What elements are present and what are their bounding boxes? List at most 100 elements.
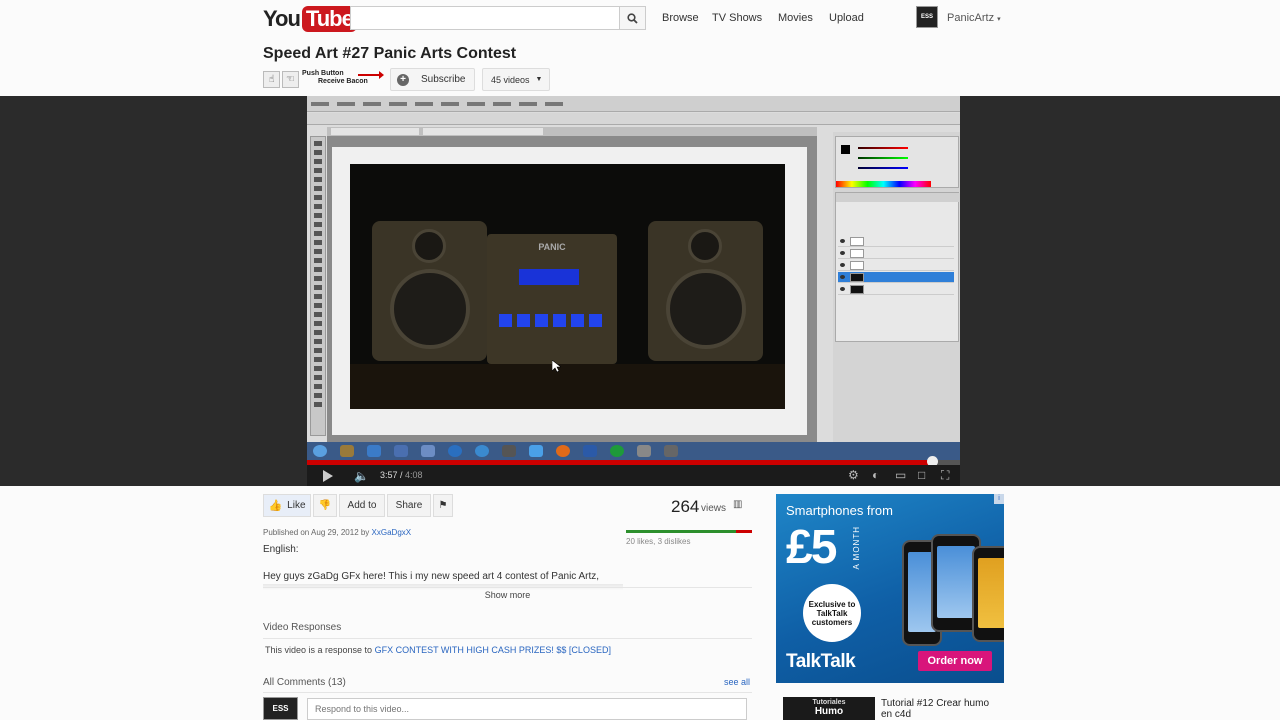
arrow-right-icon <box>358 71 384 79</box>
frame-toolbox <box>310 136 326 436</box>
duration: 4:08 <box>405 470 423 480</box>
promo-line-2: Receive Bacon <box>318 78 368 85</box>
user-menu[interactable]: PanicArtz ▾ <box>947 12 1001 24</box>
artwork-button <box>535 314 548 327</box>
youtube-logo[interactable]: You Tube <box>263 5 357 32</box>
fullscreen-icon[interactable]: ⛶ <box>941 469 949 481</box>
player-controls: 🔈 3:57 / 4:08 ⚙ ◐ ▭ □ ⛶ <box>307 465 960 486</box>
large-player-icon[interactable]: □ <box>918 469 925 481</box>
flag-button[interactable]: ⚑ <box>433 494 453 517</box>
logo-tube-text: Tube <box>301 5 357 32</box>
video-frame: PANIC <box>307 96 960 442</box>
ad-period: A MONTH <box>852 526 861 570</box>
user-avatar-text: ESS <box>920 14 933 20</box>
chevron-down-icon: ▾ <box>997 16 1001 23</box>
speaker-left <box>372 221 487 361</box>
video-title: Speed Art #27 Panic Arts Contest <box>263 45 517 62</box>
ad-headline: Smartphones from <box>786 503 893 518</box>
plus-icon: + <box>397 73 409 86</box>
like-label: Like <box>287 500 306 511</box>
comment-avatar-text: ESS <box>272 704 289 713</box>
user-avatar[interactable]: ESS <box>916 6 938 28</box>
share-button[interactable]: Share <box>387 494 431 517</box>
nav-upload[interactable]: Upload <box>829 12 864 24</box>
layer-row <box>838 260 954 271</box>
likes-text: 20 likes, 3 dislikes <box>626 537 691 546</box>
response-link[interactable]: GFX CONTEST WITH HIGH CASH PRIZES! $$ [C… <box>375 645 611 655</box>
responses-heading: Video Responses <box>263 622 342 633</box>
layer-row <box>838 272 954 283</box>
divider <box>263 638 752 639</box>
related-thumb-big: Humo <box>814 706 844 717</box>
artwork-floor <box>350 364 785 409</box>
videos-dropdown-button[interactable]: 45 videos ▼ <box>482 68 550 91</box>
artwork-button <box>517 314 530 327</box>
ad-badge-circle: Exclusive to TalkTalk customers <box>803 584 861 642</box>
current-time: 3:57 <box>380 470 398 480</box>
stats-icon[interactable]: ▥ <box>733 499 742 510</box>
username: PanicArtz <box>947 12 995 24</box>
show-more-button[interactable]: Show more <box>263 587 752 600</box>
thumbs-down-icon: 👎 <box>318 500 332 511</box>
artwork-button <box>589 314 602 327</box>
advertisement[interactable]: i Smartphones from £5 A MONTH Exclusive … <box>776 494 1004 683</box>
layer-row <box>838 284 954 295</box>
annotations-icon[interactable]: ◐ <box>872 469 879 481</box>
author-link[interactable]: XxGaDgxX <box>372 528 412 537</box>
thumbs-up-icon: 👍 <box>268 500 283 512</box>
artwork-button <box>499 314 512 327</box>
add-to-button[interactable]: Add to <box>339 494 385 517</box>
published-prefix: Published on Aug 29, 2012 by <box>263 528 370 537</box>
subscribe-label: Subscribe <box>421 74 466 85</box>
comment-input[interactable] <box>307 698 747 720</box>
artwork-display <box>519 269 579 285</box>
nav-movies[interactable]: Movies <box>778 12 813 24</box>
ad-order-button[interactable]: Order now <box>918 651 992 671</box>
ad-info-icon[interactable]: i <box>994 494 1004 504</box>
video-player[interactable]: PANIC 🔈 3:57 / 4:08 ⚙ ◐ ▭ □ ⛶ <box>307 96 960 486</box>
speaker-right <box>648 221 763 361</box>
ad-circle-text: Exclusive to TalkTalk customers <box>808 599 856 627</box>
ad-brand: TalkTalk <box>786 651 856 672</box>
frame-color-panel <box>835 136 959 188</box>
caret-down-icon: ▼ <box>535 76 543 83</box>
artwork-label: PANIC <box>538 242 566 252</box>
center-unit: PANIC <box>487 234 617 364</box>
artwork-button <box>553 314 566 327</box>
response-prefix: This video is a response to <box>265 645 373 655</box>
description-text: Hey guys zGaDg GFx here! This i my new s… <box>263 571 600 582</box>
view-count: 264 <box>671 497 700 516</box>
promo-text: Push Button Receive Bacon <box>302 70 368 86</box>
related-video-thumbnail[interactable]: Tutoriales Humo <box>783 697 875 720</box>
gear-icon[interactable]: ⚙ <box>848 469 859 481</box>
hand-pointer-icon[interactable]: ☝ <box>263 71 280 88</box>
nav-browse[interactable]: Browse <box>662 12 699 24</box>
hand-click-icon[interactable]: ☜ <box>282 71 299 88</box>
subscribe-button[interactable]: + Subscribe <box>390 68 475 91</box>
small-player-icon[interactable]: ▭ <box>895 469 906 481</box>
like-button[interactable]: 👍 Like <box>263 494 311 517</box>
see-all-link[interactable]: see all <box>724 677 750 687</box>
frame-menubar <box>307 96 960 112</box>
play-icon[interactable] <box>323 470 333 482</box>
response-info: This video is a response to GFX CONTEST … <box>265 645 611 655</box>
add-to-label: Add to <box>347 500 377 511</box>
comment-avatar: ESS <box>263 697 298 720</box>
related-thumb-top: Tutoriales <box>812 699 846 706</box>
share-label: Share <box>395 500 423 511</box>
search-input[interactable] <box>350 6 620 30</box>
layer-row <box>838 248 954 259</box>
time-display: 3:57 / 4:08 <box>380 470 423 480</box>
videos-count: 45 videos <box>491 74 530 85</box>
related-video-title[interactable]: Tutorial #12 Crear humo en c4d <box>881 698 991 720</box>
published-date: Published on Aug 29, 2012 by XxGaDgxX <box>263 528 411 537</box>
nav-tv-shows[interactable]: TV Shows <box>712 12 762 24</box>
search-button[interactable] <box>620 6 646 30</box>
divider <box>263 692 752 693</box>
volume-icon[interactable]: 🔈 <box>354 469 369 483</box>
dislike-button[interactable]: 👎 <box>313 494 337 517</box>
frame-taskbar <box>307 442 960 460</box>
likes-fill <box>626 530 736 533</box>
frame-options-bar <box>307 113 960 125</box>
description-language: English: <box>263 544 299 555</box>
